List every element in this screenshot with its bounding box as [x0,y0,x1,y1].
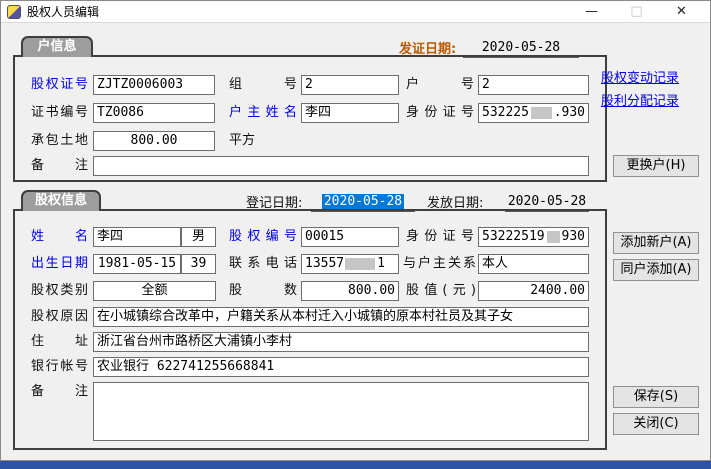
redaction-block [547,231,560,243]
cert-book-no-field[interactable]: TZ0086 [93,103,215,123]
title-bar: 股权人员编辑 — □ ✕ [1,1,710,23]
head-id-suffix: .930 [554,104,585,122]
equity-no-label: 股权编号 [229,227,297,247]
equity-cert-no-label: 股权证号 [31,75,88,95]
group-no-field[interactable]: 2 [301,75,399,95]
equity-change-record-link[interactable]: 股权变动记录 [601,71,679,87]
share-value-field[interactable]: 2400.00 [478,281,589,301]
redaction-block [345,258,375,270]
equity-cert-no-field[interactable]: ZJTZ0006003 [93,75,215,95]
dividend-record-link[interactable]: 股利分配记录 [601,94,679,110]
reason-label: 股权原因 [31,307,88,327]
relation-label: 与户主关系 [403,254,476,274]
head-name-field[interactable]: 李四 [301,103,399,123]
change-household-button[interactable]: 更换户(H) [613,155,699,177]
shares-field[interactable]: 800.00 [301,281,399,301]
equity-no-field[interactable]: 00015 [301,227,399,247]
house-no-field[interactable]: 2 [478,75,589,95]
land-unit-label: 平方 [229,131,269,151]
address-label: 住 址 [31,332,88,352]
member-name-label: 姓 名 [31,227,88,247]
maximize-button[interactable]: □ [614,1,659,22]
member-name-field[interactable]: 李四 [93,227,181,247]
equity-type-label: 股权类别 [31,281,88,301]
gender-field[interactable]: 男 [181,227,216,247]
close-button[interactable]: ✕ [659,1,704,22]
household-remark-field[interactable] [93,156,589,176]
phone-label: 联系电话 [229,254,297,274]
redaction-block [531,107,552,119]
land-label: 承包土地 [31,131,88,151]
phone-prefix: 13557 [305,255,344,273]
member-id-label: 身份证号 [406,227,474,247]
minimize-button[interactable]: — [569,1,614,22]
cert-book-no-label: 证书编号 [31,103,88,123]
close-dialog-button[interactable]: 关闭(C) [613,413,699,435]
birth-date-label: 出生日期 [31,254,88,274]
phone-suffix: 1 [377,255,385,273]
member-id-field[interactable]: 53222519 930 [478,227,589,247]
household-remark-label: 备 注 [31,156,88,176]
add-new-household-button[interactable]: 添加新户(A) [613,232,699,254]
head-id-label: 身份证号 [406,103,474,123]
member-id-prefix: 53222519 [482,228,545,246]
reason-field[interactable]: 在小城镇综合改革中，户籍关系从本村迁入小城镇的原本村社员及其子女 [93,307,589,327]
add-same-household-button[interactable]: 同户添加(A) [613,259,699,281]
equity-remark-label: 备 注 [31,382,88,402]
age-field[interactable]: 39 [181,254,216,274]
land-field[interactable]: 800.00 [93,131,215,151]
address-field[interactable]: 浙江省台州市路桥区大浦镇小李村 [93,332,589,352]
screen: 股权人员编辑 — □ ✕ 户信息 发证日期: 2020-05-28 股权证号 Z… [0,0,711,469]
app-icon [7,5,21,19]
bank-account-label: 银行帐号 [31,357,88,377]
save-button[interactable]: 保存(S) [613,386,699,408]
head-name-label: 户主姓名 [229,103,297,123]
member-id-suffix: 930 [562,228,585,246]
birth-date-field[interactable]: 1981-05-15 [93,254,181,274]
register-date-value: 2020-05-28 [322,194,404,209]
phone-field[interactable]: 13557 1 [301,254,399,274]
shares-label: 股 数 [229,281,297,301]
relation-field[interactable]: 本人 [478,254,589,274]
dialog-window: 股权人员编辑 — □ ✕ 户信息 发证日期: 2020-05-28 股权证号 Z… [0,0,711,461]
share-value-label: 股值(元) [406,281,476,301]
equity-type-field[interactable]: 全额 [93,281,216,301]
window-title: 股权人员编辑 [27,1,99,23]
group-no-label: 组 号 [229,75,297,95]
head-id-prefix: 532225 [482,104,529,122]
bank-account-field[interactable]: 农业银行 622741255668841 [93,357,589,377]
house-no-label: 户 号 [406,75,474,95]
taskbar-strip [0,461,711,469]
head-id-field[interactable]: 532225 .930 [478,103,589,123]
tab-household-info: 户信息 [21,36,93,57]
equity-remark-field[interactable] [93,382,589,441]
tab-equity-info: 股权信息 [21,190,101,211]
